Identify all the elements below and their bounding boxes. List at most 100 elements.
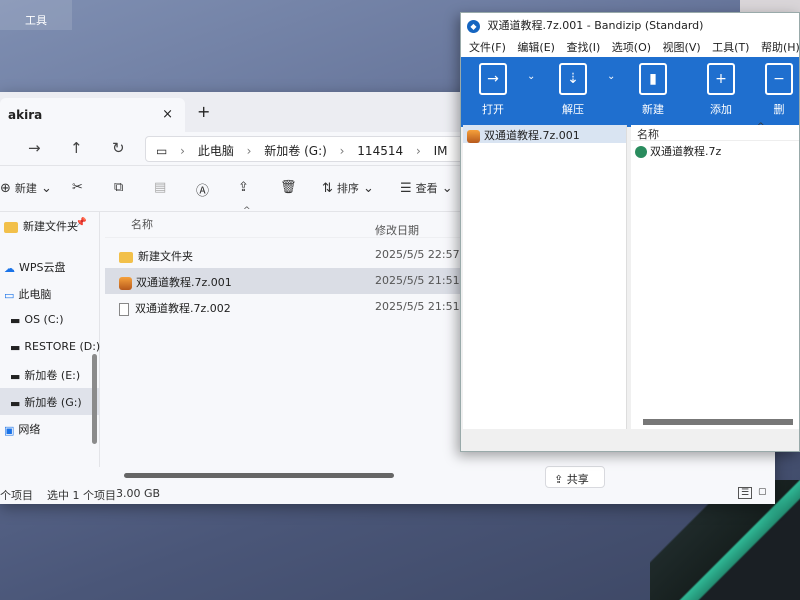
menu-edit[interactable]: 编辑(E) xyxy=(517,41,555,54)
file-name-cell: 新建文件夹 xyxy=(119,248,193,264)
column-name[interactable]: 名称 xyxy=(131,216,153,232)
horizontal-scrollbar[interactable] xyxy=(124,473,394,478)
horizontal-scrollbar[interactable] xyxy=(643,419,793,425)
sort-up-icon: ^ xyxy=(243,206,251,216)
file-name-cell: 双通道教程.7z.001 xyxy=(119,274,232,290)
sort-label: 排序 xyxy=(336,182,359,195)
column-header-name[interactable]: 名称 ^ xyxy=(631,122,799,141)
chevron-down-icon[interactable]: ⌄ xyxy=(607,71,615,82)
file-name-cell: 双通道教程.7z.002 xyxy=(119,300,231,316)
close-icon[interactable]: × xyxy=(162,107,173,122)
sort-up-icon: ^ xyxy=(757,122,765,132)
new-label: 新建 xyxy=(14,182,37,195)
refresh-icon[interactable]: ↻ xyxy=(112,139,125,157)
breadcrumb-item[interactable]: 新加卷 (G:) xyxy=(264,144,327,158)
menu-file[interactable]: 文件(F) xyxy=(469,41,506,54)
explorer-tab[interactable]: akira × xyxy=(0,98,185,132)
nav-item-drive-e[interactable]: ▬ 新加卷 (E:) xyxy=(0,361,99,388)
extract-button[interactable]: ⇣ 解压 xyxy=(545,63,601,117)
open-icon: → xyxy=(479,63,507,95)
tree-label: 双通道教程.7z.001 xyxy=(484,129,580,142)
bandizip-archive-icon xyxy=(119,276,132,290)
nav-item-this-pc[interactable]: ▭ 此电脑 xyxy=(0,280,99,307)
nav-item-network[interactable]: ▣ 网络 xyxy=(0,415,99,442)
nav-item-wps-cloud[interactable]: ☁ WPS云盘 xyxy=(0,253,99,280)
rename-icon[interactable]: Ⓐ xyxy=(196,180,209,199)
add-button[interactable]: + 添加 xyxy=(693,63,749,117)
extract-label: 解压 xyxy=(562,103,584,116)
network-icon: ▣ xyxy=(4,423,15,437)
folder-icon xyxy=(119,251,133,263)
nav-scrollbar[interactable] xyxy=(92,354,97,444)
nav-item-drive-d[interactable]: ▬ RESTORE (D:) xyxy=(0,334,101,361)
delete-button[interactable]: − 删 xyxy=(751,63,800,117)
delete-label: 删 xyxy=(773,103,785,116)
file-name: 新建文件夹 xyxy=(138,250,193,263)
menu-view[interactable]: 视图(V) xyxy=(663,41,701,54)
new-archive-button[interactable]: ▮ 新建 xyxy=(625,63,681,117)
open-button[interactable]: → 打开 xyxy=(465,63,521,117)
nav-item-drive-g[interactable]: ▬ 新加卷 (G:) xyxy=(0,388,99,415)
column-modified[interactable]: 修改日期 xyxy=(375,222,419,238)
folder-icon xyxy=(4,221,18,233)
pin-icon: 📌 xyxy=(75,218,87,228)
drive-icon: ▬ xyxy=(10,313,21,327)
breadcrumb[interactable]: ▭ › 此电脑 › 新加卷 (G:) › 114514 › IM xyxy=(145,136,465,162)
file-name: 双通道教程.7z.002 xyxy=(135,302,231,315)
bandizip-logo-icon: ◆ xyxy=(467,19,480,33)
ribbon-toolbar: → 打开 ⌄ ⇣ 解压 ⌄ ▮ 新建 + 添加 − 删 xyxy=(461,57,799,127)
chevron-right-icon: › xyxy=(339,144,345,158)
paste-icon[interactable]: ▤ xyxy=(154,180,166,195)
breadcrumb-item[interactable]: IM xyxy=(434,144,448,158)
nav-label: WPS云盘 xyxy=(19,261,66,274)
status-selected: 选中 1 个项目 xyxy=(47,489,116,502)
chevron-right-icon: › xyxy=(180,144,185,158)
up-icon[interactable]: ↑ xyxy=(70,139,83,157)
menu-tools[interactable]: 工具(T) xyxy=(712,41,749,54)
status-size: 3.00 GB xyxy=(116,487,161,500)
bandizip-archive-icon xyxy=(467,129,480,143)
tiles-view-icon[interactable]: ▢ xyxy=(758,487,767,497)
chevron-right-icon: › xyxy=(415,144,421,158)
file-row-folder[interactable]: 新建文件夹 2025/5/5 22:57 xyxy=(105,242,460,268)
archive-file-list: 名称 ^ 双通道教程.7z xyxy=(631,122,799,429)
view-label: 查看 xyxy=(415,182,438,195)
tree-item-archive[interactable]: 双通道教程.7z.001 xyxy=(463,125,626,143)
status-item-count: 个项目 xyxy=(0,489,33,502)
extract-icon: ⇣ xyxy=(559,63,587,95)
delete-icon[interactable]: 🗑 xyxy=(280,180,297,195)
details-view-icon[interactable]: ☰ xyxy=(738,487,753,499)
list-item[interactable]: 双通道教程.7z xyxy=(631,141,799,159)
menu-help[interactable]: 帮助(H) xyxy=(761,41,800,54)
menu-find[interactable]: 查找(I) xyxy=(566,41,600,54)
nav-label: 新建文件夹 xyxy=(23,220,78,233)
forward-icon[interactable]: → xyxy=(28,139,41,157)
add-label: 添加 xyxy=(710,103,732,116)
nav-label: RESTORE (D:) xyxy=(24,340,101,353)
file-list: 名称 ^ 修改日期 新建文件夹 2025/5/5 22:57 双通道教程.7z.… xyxy=(105,206,460,467)
chevron-down-icon[interactable]: ⌄ xyxy=(527,71,535,82)
cut-icon[interactable]: ✂ xyxy=(72,180,83,195)
add-tab-icon[interactable]: + xyxy=(197,102,210,121)
sort-button[interactable]: ⇅ 排序 ⌄ xyxy=(322,180,374,196)
view-button[interactable]: ☰ 查看 ⌄ xyxy=(400,180,453,196)
breadcrumb-item[interactable]: 114514 xyxy=(357,144,403,158)
desktop-tool-icon[interactable]: 工具 xyxy=(0,0,72,30)
breadcrumb-item[interactable]: 此电脑 xyxy=(198,144,234,158)
list-item-label: 双通道教程.7z xyxy=(650,145,722,158)
share-icon[interactable]: ⇪ xyxy=(238,180,249,195)
column-headers: 名称 ^ 修改日期 xyxy=(105,206,460,238)
add-icon: + xyxy=(707,63,735,95)
menu-bar: 文件(F) 编辑(E) 查找(I) 选项(O) 视图(V) 工具(T) 帮助(H… xyxy=(461,35,800,57)
nav-item-new-folder[interactable]: 新建文件夹 📌 xyxy=(0,212,99,239)
new-button[interactable]: ⊕ 新建 ⌄ xyxy=(0,180,52,196)
file-row-archive-001[interactable]: 双通道教程.7z.001 2025/5/5 21:51 xyxy=(105,268,460,294)
file-row-archive-002[interactable]: 双通道教程.7z.002 2025/5/5 21:51 xyxy=(105,294,460,320)
copy-icon[interactable]: ⧉ xyxy=(114,180,123,195)
menu-options[interactable]: 选项(O) xyxy=(612,41,651,54)
new-archive-icon: ▮ xyxy=(639,63,667,95)
navigation-pane: 新建文件夹 📌 ☁ WPS云盘 ▭ 此电脑 ▬ OS (C:) ▬ RESTORE (D… xyxy=(0,212,100,467)
nav-item-drive-c[interactable]: ▬ OS (C:) xyxy=(0,307,99,334)
nav-label: 此电脑 xyxy=(18,288,52,301)
file-date: 2025/5/5 22:57 xyxy=(375,248,460,261)
